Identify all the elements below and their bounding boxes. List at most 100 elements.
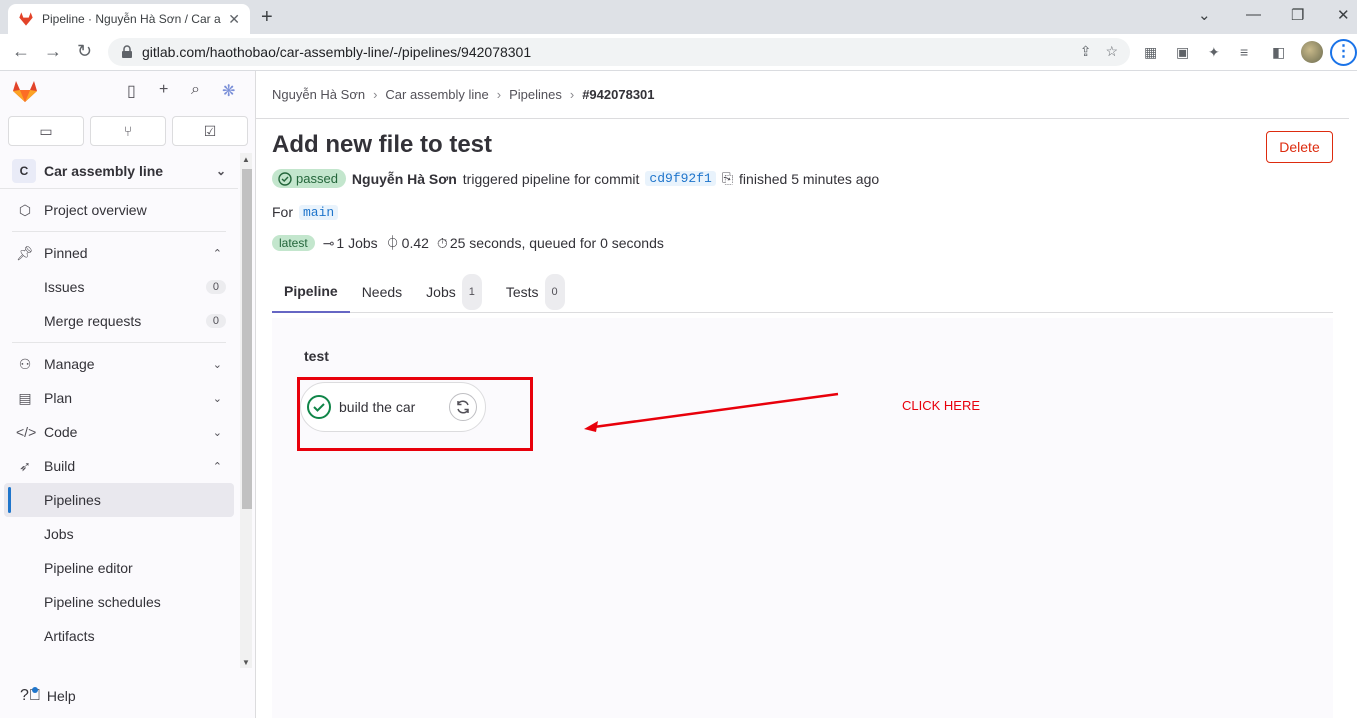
delete-button[interactable]: Delete: [1266, 131, 1333, 163]
collapse-sidebar-icon[interactable]: ▯: [127, 81, 136, 101]
address-bar[interactable]: gitlab.com/haothobao/car-assembly-line/-…: [108, 38, 1130, 66]
jobs-count: 1 Jobs: [336, 235, 378, 251]
planning-icon: ▤: [18, 389, 32, 406]
branch-link[interactable]: main: [299, 204, 339, 220]
stage-name: test: [304, 348, 329, 364]
chevron-up-icon: ⌃: [212, 460, 222, 473]
author-link[interactable]: Nguyễn Hà Sơn: [352, 171, 457, 187]
sidebar-item-issues[interactable]: Issues 0: [0, 270, 238, 304]
project-avatar: C: [12, 158, 36, 183]
scroll-up-icon[interactable]: ▲: [242, 155, 250, 164]
create-new-icon[interactable]: +: [159, 81, 168, 99]
sidebar-scrollbar-thumb[interactable]: [242, 169, 252, 509]
sidebar-item-label: Manage: [44, 356, 95, 372]
timer-icon: ⏱: [436, 234, 448, 251]
side-panel-icon[interactable]: ◧: [1272, 44, 1285, 61]
sidebar-nav: C Car assembly line ⌄ ⬡ Project overview…: [0, 153, 238, 668]
sidebar-item-project-overview[interactable]: ⬡ Project overview: [0, 193, 238, 227]
sidebar-item-pipeline-editor[interactable]: Pipeline editor: [0, 551, 238, 585]
close-window-icon[interactable]: ✕: [1337, 6, 1350, 24]
search-icon[interactable]: ⌕: [191, 81, 200, 99]
tab-jobs[interactable]: Jobs 1: [414, 271, 494, 313]
sidebar-item-artifacts[interactable]: Artifacts: [0, 619, 238, 653]
sidebar-item-pipelines[interactable]: Pipelines: [4, 483, 234, 517]
browser-tab[interactable]: Pipeline · Nguyễn Hà Sơn / Car a ✕: [8, 4, 250, 34]
restore-icon[interactable]: ❐: [1291, 6, 1304, 24]
new-tab-icon[interactable]: +: [261, 6, 273, 29]
breadcrumb-item[interactable]: Pipelines: [509, 87, 562, 102]
tab-needs[interactable]: Needs: [350, 271, 414, 313]
commit-sha-link[interactable]: cd9f92f1: [645, 171, 716, 186]
sidebar-item-build[interactable]: ➶ Build ⌃: [0, 449, 238, 483]
sidebar-item-merge-requests[interactable]: Merge requests 0: [0, 304, 238, 338]
issues-icon: ▭: [39, 123, 53, 139]
help-button[interactable]: ?⃝ Help: [20, 687, 76, 705]
status-badge[interactable]: passed: [272, 169, 346, 188]
chevron-down-icon: ⌄: [212, 426, 222, 439]
browser-tab-title: Pipeline · Nguyễn Hà Sơn / Car a: [42, 12, 221, 26]
merge-requests-shortcut-button[interactable]: ⑂: [90, 116, 166, 146]
breadcrumb-item[interactable]: Car assembly line: [385, 87, 488, 102]
divider: [256, 118, 1349, 119]
check-circle-icon: [278, 171, 292, 186]
breadcrumb-item[interactable]: Nguyễn Hà Sơn: [272, 87, 365, 102]
sidebar-item-manage[interactable]: ⚇ Manage ⌄: [0, 347, 238, 381]
sidebar-quick-buttons: ▭ ⑂ ☑: [8, 116, 248, 146]
chevron-right-icon: ›: [373, 87, 378, 102]
pipeline-meta: latest ⊸ 1 Jobs ⏀ 0.42 ⏱ 25 seconds, que…: [272, 233, 664, 253]
extensions-puzzle-icon[interactable]: ✦: [1208, 44, 1220, 61]
gitlab-favicon-icon: [19, 12, 33, 26]
copy-icon[interactable]: ⎘: [722, 170, 733, 187]
sidebar-item-plan[interactable]: ▤ Plan ⌄: [0, 381, 238, 415]
forward-icon[interactable]: →: [44, 41, 62, 62]
issues-shortcut-button[interactable]: ▭: [8, 116, 84, 146]
rocket-icon: ➶: [19, 457, 31, 474]
sidebar-item-label: Pipeline editor: [44, 560, 133, 576]
gitlab-logo-icon[interactable]: [12, 79, 38, 103]
merge-request-icon: ⑂: [123, 123, 133, 139]
chevron-up-icon: ⌃: [212, 247, 222, 260]
sidebar-item-pipeline-schedules[interactable]: Pipeline schedules: [0, 585, 238, 619]
sidebar-item-code[interactable]: </> Code ⌄: [0, 415, 238, 449]
sidebar-item-label: Pinned: [44, 245, 88, 261]
breadcrumb-current[interactable]: #942078301: [582, 87, 654, 102]
merge-requests-count-badge: 0: [205, 314, 226, 328]
bookmark-star-icon[interactable]: ☆: [1105, 43, 1118, 60]
for-label: For: [272, 204, 293, 220]
tab-search-icon[interactable]: ⌄: [1198, 6, 1211, 24]
chevron-down-icon: ⌄: [212, 358, 222, 371]
sidebar-header: ▯ + ⌕ ❋: [0, 71, 255, 113]
tab-close-icon[interactable]: ✕: [228, 11, 240, 28]
project-switcher[interactable]: C Car assembly line ⌄: [0, 153, 238, 189]
divider: [12, 342, 226, 343]
sidebar-item-label: Artifacts: [44, 628, 95, 644]
browser-menu-icon[interactable]: ⋮: [1330, 39, 1357, 66]
browser-tab-bar: Pipeline · Nguyễn Hà Sơn / Car a ✕ + ⌄ —…: [0, 0, 1357, 34]
share-icon[interactable]: ⇪: [1080, 43, 1092, 60]
scroll-down-icon[interactable]: ▼: [242, 658, 250, 667]
tab-label: Pipeline: [284, 283, 338, 299]
pipeline-info: passed Nguyễn Hà Sơn triggered pipeline …: [272, 169, 879, 188]
minimize-icon[interactable]: —: [1246, 6, 1261, 23]
qr-extension-icon[interactable]: ▣: [1176, 44, 1189, 61]
sidebar-item-jobs[interactable]: Jobs: [0, 517, 238, 551]
media-control-icon[interactable]: ≡: [1240, 44, 1248, 60]
tab-tests[interactable]: Tests 0: [494, 271, 577, 313]
annotation-arrow: [584, 392, 839, 432]
sidebar-item-label: Pipeline schedules: [44, 594, 161, 610]
divider: [12, 231, 226, 232]
todos-shortcut-button[interactable]: ☑: [172, 116, 248, 146]
help-label: Help: [46, 688, 76, 704]
tab-label: Jobs: [426, 284, 456, 300]
triggered-text: triggered pipeline for commit: [462, 170, 640, 187]
tab-pipeline[interactable]: Pipeline: [272, 271, 350, 313]
sidebar-item-label: Issues: [44, 279, 85, 295]
reload-icon[interactable]: ↻: [77, 41, 92, 62]
calendar-extension-icon[interactable]: ▦: [1144, 44, 1157, 61]
sidebar-item-pinned[interactable]: 📌︎ Pinned ⌃: [0, 236, 238, 270]
user-avatar-icon[interactable]: ❋: [222, 81, 235, 101]
profile-avatar[interactable]: [1301, 41, 1323, 63]
back-icon[interactable]: ←: [12, 41, 30, 62]
duration-text: 25 seconds, queued for 0 seconds: [449, 235, 664, 251]
finished-text: finished 5 minutes ago: [739, 170, 880, 187]
